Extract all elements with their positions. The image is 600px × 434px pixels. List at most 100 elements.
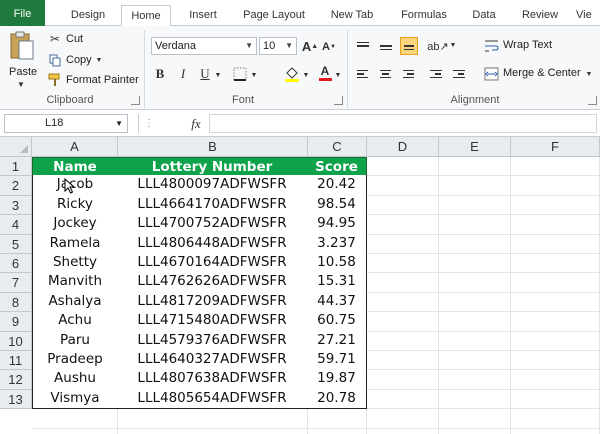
column-header-f[interactable]: F [511,137,600,157]
paste-dropdown-icon[interactable]: ▼ [16,80,26,89]
insert-function-icon[interactable]: fx [186,115,206,132]
font-color-dropdown-icon[interactable]: ▼ [334,70,342,80]
table-cell[interactable]: 94.95 [307,214,367,235]
font-color-icon[interactable]: A [317,64,333,82]
tab-insert[interactable]: Insert [180,5,226,26]
fill-color-dropdown-icon[interactable]: ▼ [302,70,310,80]
table-cell[interactable]: Shetty [32,253,118,274]
table-header-cell[interactable]: Name [32,157,118,177]
align-bottom-icon[interactable] [400,37,418,55]
row-header[interactable]: 5 [0,234,32,254]
tab-view[interactable]: Vie [576,5,600,26]
table-cell[interactable]: Ramela [32,233,118,254]
copy-button[interactable]: Copy [66,54,92,66]
column-header-e[interactable]: E [439,137,511,157]
table-header-cell[interactable]: Lottery Number [117,157,308,177]
underline-dropdown-icon[interactable]: ▼ [214,70,222,80]
worksheet-grid[interactable]: A B C D E F 1 2 3 4 5 6 7 8 9 10 11 12 13 Name Lottery Numbe… [0,137,600,434]
tab-review[interactable]: Review [514,5,566,26]
alignment-launcher-icon[interactable] [588,96,597,105]
paste-button[interactable]: Paste [9,66,37,78]
merge-center-icon[interactable] [483,66,499,82]
row-header[interactable]: 6 [0,254,32,274]
underline-icon[interactable]: U [198,66,212,82]
table-cell[interactable]: LLL4806448ADFWSFR [117,233,308,254]
table-cell[interactable]: Ricky [32,194,118,216]
formula-input[interactable] [209,114,597,133]
tab-page-layout[interactable]: Page Layout [236,5,312,26]
table-cell[interactable]: LLL4762626ADFWSFR [117,272,308,293]
table-cell[interactable]: 44.37 [307,291,367,313]
table-cell[interactable]: 27.21 [307,330,367,351]
table-cell[interactable]: LLL4640327ADFWSFR [117,350,308,371]
splitter-dots-icon[interactable]: ⋮ [144,117,154,130]
table-cell[interactable]: LLL4700752ADFWSFR [117,214,308,235]
table-cell[interactable]: 19.87 [307,369,367,390]
font-launcher-icon[interactable] [334,96,343,105]
table-cell[interactable]: 59.71 [307,350,367,371]
tab-design[interactable]: Design [60,5,116,26]
tab-new-tab[interactable]: New Tab [322,5,382,26]
table-cell[interactable]: Vismya [32,388,118,410]
select-all-button[interactable] [0,137,32,157]
row-header[interactable]: 3 [0,195,32,216]
table-cell[interactable]: LLL4579376ADFWSFR [117,330,308,351]
increase-indent-icon[interactable] [450,65,468,83]
copy-icon[interactable] [48,53,62,67]
table-cell[interactable]: 20.42 [307,175,367,196]
font-size-select[interactable]: 10 ▼ [259,37,297,55]
borders-icon[interactable] [232,66,248,82]
table-cell[interactable]: Achu [32,311,118,332]
column-header-d[interactable]: D [367,137,439,157]
table-cell[interactable]: LLL4805654ADFWSFR [117,388,308,410]
wrap-text-button[interactable]: Wrap Text [503,39,552,51]
cut-button[interactable]: Cut [66,33,83,45]
table-cell[interactable]: LLL4817209ADFWSFR [117,291,308,313]
table-cell[interactable]: Manvith [32,272,118,293]
column-header-a[interactable]: A [32,137,118,157]
align-left-icon[interactable] [354,65,372,83]
row-header[interactable]: 1 [0,157,32,177]
table-cell[interactable]: 20.78 [307,388,367,410]
orientation-icon[interactable]: ab↗ [427,38,449,54]
fill-color-icon[interactable] [283,64,301,82]
table-cell[interactable]: LLL4664170ADFWSFR [117,194,308,216]
merge-center-button[interactable]: Merge & Center [503,67,581,79]
column-header-b[interactable]: B [118,137,308,157]
copy-dropdown-icon[interactable]: ▼ [95,55,103,65]
orientation-dropdown-icon[interactable]: ▼ [449,40,457,50]
borders-dropdown-icon[interactable]: ▼ [250,70,258,80]
clipboard-launcher-icon[interactable] [131,96,140,105]
table-cell[interactable]: 15.31 [307,272,367,293]
align-center-icon[interactable] [377,65,395,83]
table-cell[interactable]: Ashalya [32,291,118,313]
table-cell[interactable]: 3.237 [307,233,367,254]
table-cell[interactable]: LLL4715480ADFWSFR [117,311,308,332]
decrease-indent-icon[interactable] [427,65,445,83]
row-header[interactable]: 11 [0,351,32,371]
row-header[interactable]: 4 [0,215,32,235]
table-cell[interactable]: Jockey [32,214,118,235]
italic-icon[interactable]: I [176,66,190,82]
format-painter-button[interactable]: Format Painter [66,74,139,86]
shrink-font-icon[interactable]: A ▼ [321,38,337,55]
column-header-c[interactable]: C [308,137,367,157]
table-cell[interactable]: Pradeep [32,350,118,371]
tab-home[interactable]: Home [121,5,171,27]
table-cell[interactable]: 10.58 [307,253,367,274]
paste-icon[interactable] [8,30,36,64]
row-header[interactable]: 13 [0,389,32,410]
table-cell[interactable]: LLL4670164ADFWSFR [117,253,308,274]
table-cell[interactable]: LLL4807638ADFWSFR [117,369,308,390]
table-cell[interactable]: 60.75 [307,311,367,332]
tab-data[interactable]: Data [464,5,504,26]
table-header-cell[interactable]: Score [307,157,367,177]
format-painter-icon[interactable] [48,73,62,87]
table-cell[interactable]: LLL4800097ADFWSFR [117,175,308,196]
tab-file[interactable]: File [0,0,45,26]
wrap-text-icon[interactable] [483,38,499,54]
tab-formulas[interactable]: Formulas [392,5,456,26]
name-box[interactable]: L18 ▼ [4,114,128,133]
row-header[interactable]: 12 [0,370,32,390]
align-top-icon[interactable] [354,37,372,55]
